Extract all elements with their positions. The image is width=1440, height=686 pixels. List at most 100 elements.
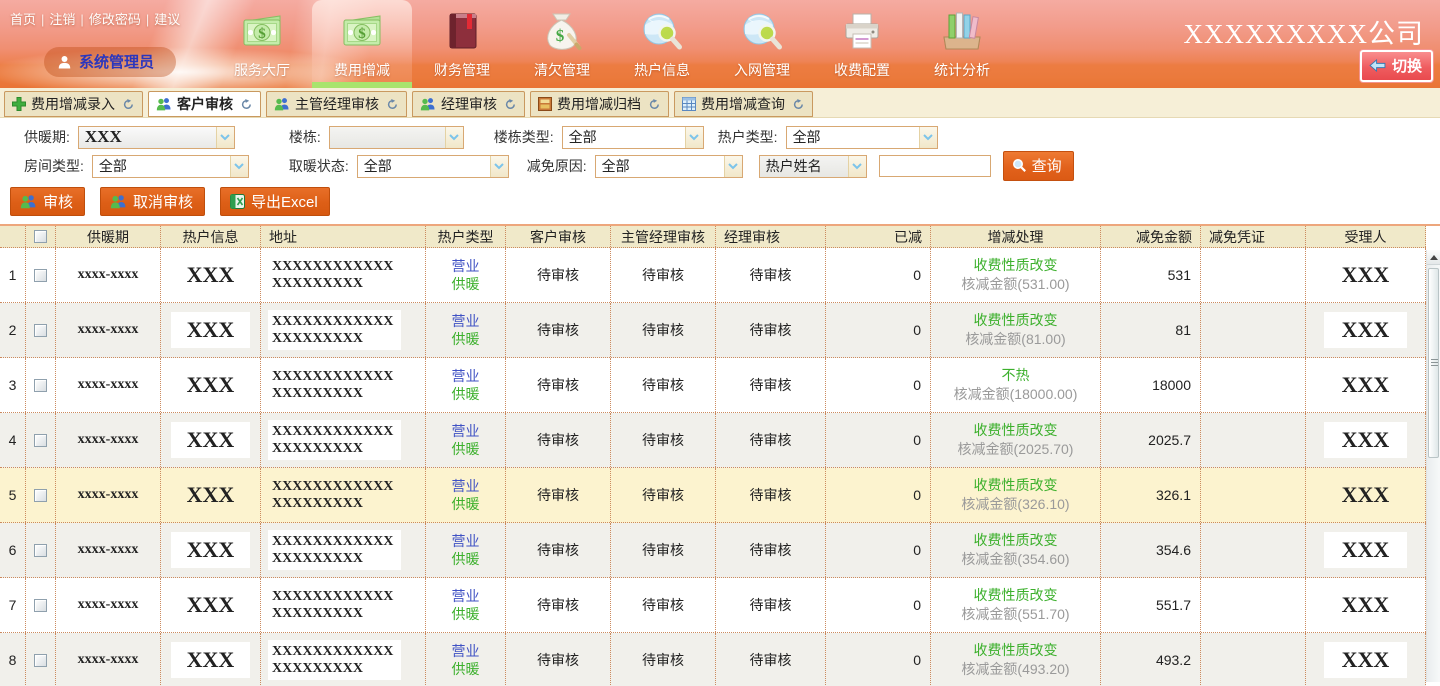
address-cell: XXXXXXXXXXXXXXXXXXXXX xyxy=(261,413,426,467)
period-select[interactable]: XXX xyxy=(78,126,235,149)
refresh-icon[interactable] xyxy=(505,99,516,110)
chevron-down-icon xyxy=(724,156,742,177)
audit-button[interactable]: 审核 xyxy=(10,187,85,216)
address-cell: XXXXXXXXXXXXXXXXXXXXX xyxy=(261,303,426,357)
table-row[interactable]: 4 xxxx-xxxx XXX XXXXXXXXXXXXXXXXXXXXX 营业… xyxy=(0,413,1426,468)
tab-label: 费用增减归档 xyxy=(557,94,641,114)
refresh-icon[interactable] xyxy=(793,99,804,110)
row-checkbox[interactable] xyxy=(34,324,47,337)
nav-item-热户信息[interactable]: 热户信息 xyxy=(612,0,712,88)
table-row[interactable]: 1 xxxx-xxxx XXX XXXXXXXXXXXXXXXXXXXXX 营业… xyxy=(0,248,1426,303)
user-icon xyxy=(58,55,71,69)
tab-label: 客户审核 xyxy=(177,94,233,114)
handler-cell: XXX xyxy=(1306,413,1426,467)
select-all-checkbox[interactable] xyxy=(34,230,47,243)
reduce-reason-select[interactable]: 全部 xyxy=(595,155,743,178)
nav-item-服务大厅[interactable]: $服务大厅 xyxy=(212,0,312,88)
handler-cell: XXX xyxy=(1306,248,1426,302)
row-checkbox[interactable] xyxy=(34,434,47,447)
nav-item-收费配置[interactable]: 收费配置 xyxy=(812,0,912,88)
row-number: 2 xyxy=(0,303,26,357)
vertical-scrollbar[interactable] xyxy=(1426,250,1440,682)
tab-bar: 费用增减录入 客户审核 主管经理审核 经理审核 费用增减归档 费用增减查询 xyxy=(0,88,1440,118)
row-checkbox[interactable] xyxy=(34,599,47,612)
table-row[interactable]: 2 xxxx-xxxx XXX XXXXXXXXXXXXXXXXXXXXX 营业… xyxy=(0,303,1426,358)
amount-cell: 2025.7 xyxy=(1101,413,1201,467)
table-row[interactable]: 8 xxxx-xxxx XXX XXXXXXXXXXXXXXXXXXXXX 营业… xyxy=(0,633,1426,686)
nav-label: 清欠管理 xyxy=(534,60,590,80)
row-checkbox[interactable] xyxy=(34,654,47,667)
table-row[interactable]: 7 xxxx-xxxx XXX XXXXXXXXXXXXXXXXXXXXX 营业… xyxy=(0,578,1426,633)
name-field-select[interactable]: 热户姓名 xyxy=(759,155,867,178)
customer-type-label: 热户类型: xyxy=(718,127,778,147)
handler-cell: XXX xyxy=(1306,303,1426,357)
scrollbar-thumb[interactable] xyxy=(1428,268,1439,458)
filter-row-2: 房间类型: 全部 取暖状态: 全部 减免原因: 全部 热户姓名 查询 xyxy=(0,154,1440,178)
user-badge[interactable]: 系统管理员 xyxy=(44,47,176,77)
building-select[interactable] xyxy=(329,126,464,149)
tab-经理审核[interactable]: 经理审核 xyxy=(412,91,525,117)
filter-row-1: 供暖期: XXX 楼栋: 楼栋类型: 全部 热户类型: 全部 xyxy=(0,125,1440,149)
building-type-select[interactable]: 全部 xyxy=(562,126,704,149)
refresh-icon[interactable] xyxy=(241,99,252,110)
row-checkbox[interactable] xyxy=(34,544,47,557)
address-cell: XXXXXXXXXXXXXXXXXXXXX xyxy=(261,578,426,632)
nav-item-清欠管理[interactable]: $ 清欠管理 xyxy=(512,0,612,88)
tab-费用增减归档[interactable]: 费用增减归档 xyxy=(530,91,669,117)
nav-label: 服务大厅 xyxy=(234,60,290,80)
tab-label: 主管经理审核 xyxy=(295,94,379,114)
top-link[interactable]: 首页 xyxy=(10,12,36,27)
room-type-label: 房间类型: xyxy=(24,156,84,176)
tab-主管经理审核[interactable]: 主管经理审核 xyxy=(266,91,407,117)
cancel-audit-button[interactable]: 取消审核 xyxy=(100,187,205,216)
nav-item-财务管理[interactable]: 财务管理 xyxy=(412,0,512,88)
switch-company-button[interactable]: 切换 xyxy=(1360,50,1433,82)
supervisor-audit-cell: 待审核 xyxy=(611,358,716,412)
export-excel-button[interactable]: 导出Excel xyxy=(220,187,330,216)
customer-info-cell: XXX xyxy=(161,523,261,577)
heating-status-label: 取暖状态: xyxy=(289,156,349,176)
room-type-select[interactable]: 全部 xyxy=(92,155,249,178)
search-button[interactable]: 查询 xyxy=(1003,151,1074,181)
supervisor-audit-cell: 待审核 xyxy=(611,523,716,577)
heating-status-select[interactable]: 全部 xyxy=(357,155,509,178)
customer-type-cell: 营业供暖 xyxy=(426,413,506,467)
table-row[interactable]: 3 xxxx-xxxx XXX XXXXXXXXXXXXXXXXXXXXX 营业… xyxy=(0,358,1426,413)
refresh-icon[interactable] xyxy=(123,99,134,110)
top-link[interactable]: 修改密码 xyxy=(89,12,141,27)
money-bag-icon: $ xyxy=(539,8,585,56)
top-link[interactable]: 建议 xyxy=(154,12,180,27)
tab-费用增减查询[interactable]: 费用增减查询 xyxy=(674,91,813,117)
tab-费用增减录入[interactable]: 费用增减录入 xyxy=(4,91,143,117)
nav-item-费用增减[interactable]: $费用增减 xyxy=(312,0,412,88)
row-checkbox[interactable] xyxy=(34,269,47,282)
table-body: 1 xxxx-xxxx XXX XXXXXXXXXXXXXXXXXXXXX 营业… xyxy=(0,248,1440,686)
refresh-icon[interactable] xyxy=(649,99,660,110)
voucher-cell xyxy=(1201,633,1306,686)
tab-客户审核[interactable]: 客户审核 xyxy=(148,91,261,117)
nav-item-统计分析[interactable]: 统计分析 xyxy=(912,0,1012,88)
voucher-cell xyxy=(1201,523,1306,577)
col-reduced: 已减 xyxy=(826,226,931,247)
manager-audit-cell: 待审核 xyxy=(716,633,826,686)
search-text-input[interactable] xyxy=(879,155,991,177)
period-cell: xxxx-xxxx xyxy=(56,413,161,467)
amount-cell: 18000 xyxy=(1101,358,1201,412)
row-checkbox[interactable] xyxy=(34,489,47,502)
top-link[interactable]: 注销 xyxy=(49,12,75,27)
handler-cell: XXX xyxy=(1306,633,1426,686)
chevron-down-icon xyxy=(919,127,937,148)
banknote-icon: $ xyxy=(339,8,385,56)
col-voucher: 减免凭证 xyxy=(1201,226,1306,247)
handler-cell: XXX xyxy=(1306,358,1426,412)
refresh-icon[interactable] xyxy=(387,99,398,110)
process-cell: 收费性质改变核减金额(493.20) xyxy=(931,633,1101,686)
reduced-cell: 0 xyxy=(826,633,931,686)
row-checkbox[interactable] xyxy=(34,379,47,392)
table-row[interactable]: 5 xxxx-xxxx XXX XXXXXXXXXXXXXXXXXXXXX 营业… xyxy=(0,468,1426,523)
scroll-up-button[interactable] xyxy=(1427,250,1440,265)
period-cell: xxxx-xxxx xyxy=(56,303,161,357)
table-row[interactable]: 6 xxxx-xxxx XXX XXXXXXXXXXXXXXXXXXXXX 营业… xyxy=(0,523,1426,578)
customer-type-select[interactable]: 全部 xyxy=(786,126,938,149)
nav-item-入网管理[interactable]: 入网管理 xyxy=(712,0,812,88)
